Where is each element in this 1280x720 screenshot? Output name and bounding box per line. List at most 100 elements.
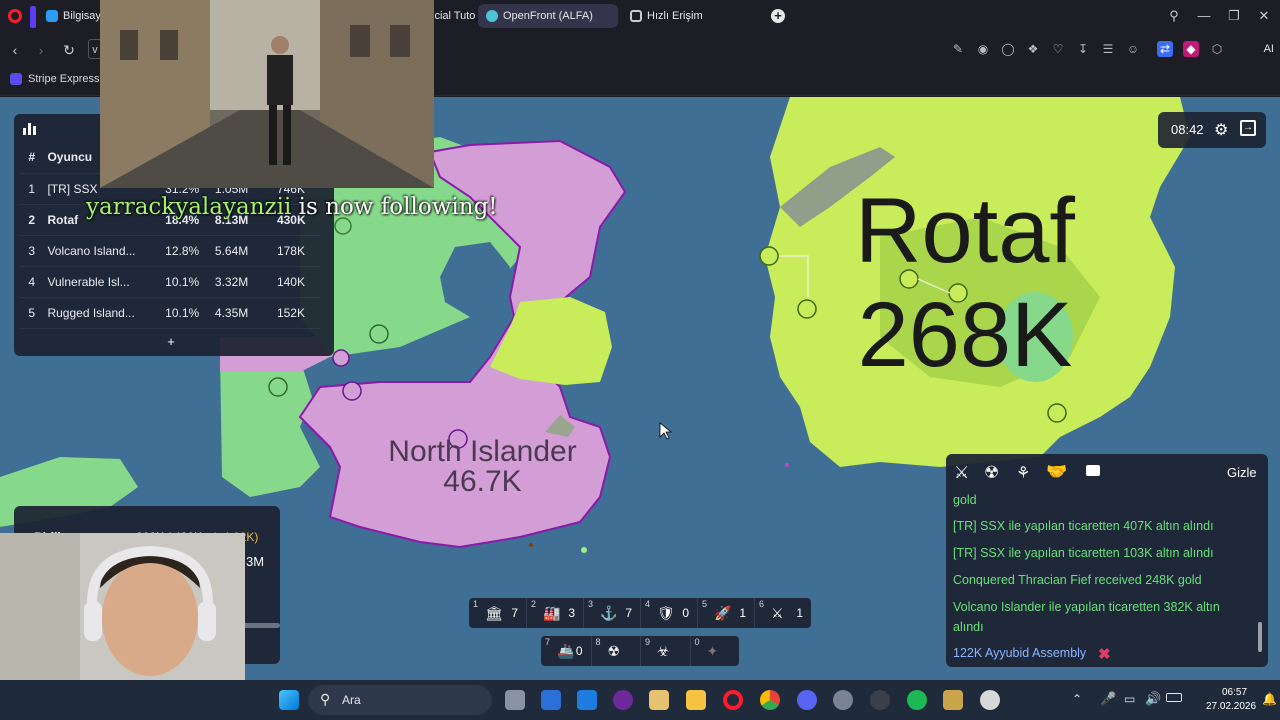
notification-icon[interactable]: 🔔 <box>1262 692 1277 706</box>
new-tab-button[interactable]: + <box>771 9 785 23</box>
globe-icon <box>486 10 498 22</box>
build-missile-silo-button[interactable]: 5 🚀 1 <box>697 598 754 628</box>
outlook-icon[interactable] <box>577 690 597 710</box>
bookmark-stripe-express[interactable]: Stripe Express <box>10 73 100 85</box>
opera-icon[interactable] <box>723 690 743 710</box>
restore-icon[interactable]: ❐ <box>1226 8 1242 24</box>
hotkey-label: 7 <box>545 637 551 647</box>
extension-app-icon[interactable]: ◆ <box>1183 41 1199 57</box>
build-port-button[interactable]: 3 ⚓ 7 <box>583 598 640 628</box>
build-mirv-button[interactable]: 0 ✦ <box>689 636 740 666</box>
event-message: Conquered Thracian Fief received 248K go… <box>953 573 1202 587</box>
hide-events-button[interactable]: Gizle <box>1227 465 1257 480</box>
build-warship-button[interactable]: 7 🚢 0 <box>541 636 591 666</box>
search-tabs-icon[interactable]: ⚲ <box>1166 8 1182 24</box>
defense-post-icon[interactable] <box>268 377 288 397</box>
start-icon[interactable] <box>279 690 299 710</box>
back-icon[interactable]: ‹ <box>6 41 24 59</box>
land-percent-cell: 10.1% <box>161 297 211 329</box>
ai-button[interactable]: AI <box>1244 39 1274 59</box>
build-sam-launcher-button[interactable]: 6 ⚔ 1 <box>754 598 811 628</box>
shield-icon[interactable]: ◯ <box>1000 41 1016 57</box>
app-icon[interactable] <box>649 690 669 710</box>
spotify-icon[interactable] <box>907 690 927 710</box>
missile-silo-icon: 🚀 <box>714 605 732 621</box>
store-icon[interactable] <box>541 690 561 710</box>
follow-message: is now following! <box>291 194 498 220</box>
column-rank[interactable]: # <box>20 142 44 174</box>
event-scrollbar[interactable] <box>1258 622 1262 652</box>
close-window-icon[interactable]: ✕ <box>1256 8 1272 24</box>
build-hydrogen-bomb-button[interactable]: 9 ☣ <box>640 636 690 666</box>
file-explorer-icon[interactable] <box>686 690 706 710</box>
network-icon[interactable]: ▭ <box>1124 692 1135 706</box>
microphone-icon[interactable]: 🎤 <box>1100 691 1116 707</box>
volume-icon[interactable]: 🔊 <box>1145 691 1161 707</box>
leaderboard-row[interactable]: 5 Rugged Island... 10.1% 4.35M 152K <box>20 297 320 329</box>
event-dismiss-icon[interactable]: ✖ <box>1098 645 1111 663</box>
battery-icon[interactable] <box>1166 693 1182 702</box>
build-city-button[interactable]: 1 🏛 7 <box>469 598 526 628</box>
clock-time[interactable]: 06:57 <box>1222 687 1247 698</box>
enemy-troops-label: 46.7K <box>443 465 522 498</box>
city-icon[interactable] <box>334 217 352 235</box>
build-defense-post-button[interactable]: 4 🛡 0 <box>640 598 697 628</box>
city-icon[interactable] <box>369 324 389 344</box>
menu-icon[interactable]: ☰ <box>1100 41 1116 57</box>
tab-tutorial[interactable]: icial Tuto <box>430 4 475 28</box>
follower-username: yarrackyalayanzii <box>86 194 292 220</box>
attack-ratio-slider[interactable] <box>242 623 280 628</box>
heart-icon[interactable]: ♡ <box>1050 41 1066 57</box>
gear-icon[interactable]: ⚙ <box>1214 120 1228 140</box>
leaderboard-row[interactable]: 3 Volcano Island... 12.8% 5.64M 178K <box>20 235 320 267</box>
discord-icon[interactable] <box>797 690 817 710</box>
hotkey-label: 9 <box>645 637 651 647</box>
task-view-icon[interactable] <box>505 690 525 710</box>
minimize-icon[interactable]: — <box>1196 8 1212 24</box>
translate-icon[interactable]: ⇄ <box>1157 41 1173 57</box>
filter-alliance-icon[interactable]: 🤝 <box>1046 462 1067 482</box>
opera-logo-icon[interactable] <box>8 9 22 23</box>
settings-icon[interactable] <box>833 690 853 710</box>
forward-icon[interactable]: › <box>32 41 50 59</box>
build-factory-button[interactable]: 2 🏭 3 <box>526 598 583 628</box>
taskbar-search-placeholder: Ara <box>342 693 361 707</box>
city-icon[interactable] <box>332 349 350 367</box>
enemy-map-label: North Islander 46.7K <box>370 437 595 497</box>
leaderboard-expand-button[interactable]: + <box>162 333 180 351</box>
cube-icon[interactable]: ⬡ <box>1209 41 1225 57</box>
camera-icon[interactable]: ◉ <box>975 41 991 57</box>
tab-hizli-erisim[interactable]: Hızlı Erişim <box>622 4 722 28</box>
edit-icon[interactable]: ✎ <box>950 41 966 57</box>
reload-icon[interactable]: ↻ <box>60 41 78 59</box>
leaderboard-chart-icon[interactable] <box>23 123 37 135</box>
tray-chevron-icon[interactable]: ⌃ <box>1072 692 1082 706</box>
hotkey-label: 4 <box>645 599 651 609</box>
port-icon[interactable] <box>1047 403 1067 423</box>
taskbar-search[interactable]: ⚲ Ara <box>308 685 492 715</box>
steam-icon[interactable] <box>870 690 890 710</box>
filter-attack-icon[interactable]: ⚔ <box>954 463 969 483</box>
app3-icon[interactable] <box>980 690 1000 710</box>
build-count: 1 <box>796 606 803 620</box>
exit-icon[interactable]: → <box>1240 120 1256 136</box>
tab-openfront[interactable]: OpenFront (ALFA) <box>478 4 618 28</box>
clock-date[interactable]: 27.02.2026 <box>1206 701 1256 712</box>
app2-icon[interactable] <box>943 690 963 710</box>
build-atom-bomb-button[interactable]: 8 ☢ <box>590 636 641 666</box>
gold-value: 3M <box>246 554 265 569</box>
troops-cell: 140K <box>272 266 320 298</box>
profile-icon[interactable]: ☺ <box>1125 41 1141 57</box>
filter-trade-icon[interactable]: ⚘ <box>1016 463 1030 483</box>
city-icon[interactable] <box>342 381 362 401</box>
chrome-icon[interactable] <box>760 690 780 710</box>
filter-nuke-icon[interactable]: ☢ <box>984 463 999 483</box>
media-player-icon[interactable] <box>613 690 633 710</box>
download-icon[interactable]: ↧ <box>1075 41 1091 57</box>
city-icon[interactable] <box>797 299 817 319</box>
leaderboard-row[interactable]: 4 Vulnerable Isl... 10.1% 3.32M 140K <box>20 266 320 298</box>
extension-icon[interactable]: ❖ <box>1025 41 1041 57</box>
tab-bilgisayar[interactable]: Bilgisayar <box>38 4 102 28</box>
filter-chat-icon[interactable] <box>1086 465 1100 476</box>
port-icon[interactable] <box>759 246 779 266</box>
